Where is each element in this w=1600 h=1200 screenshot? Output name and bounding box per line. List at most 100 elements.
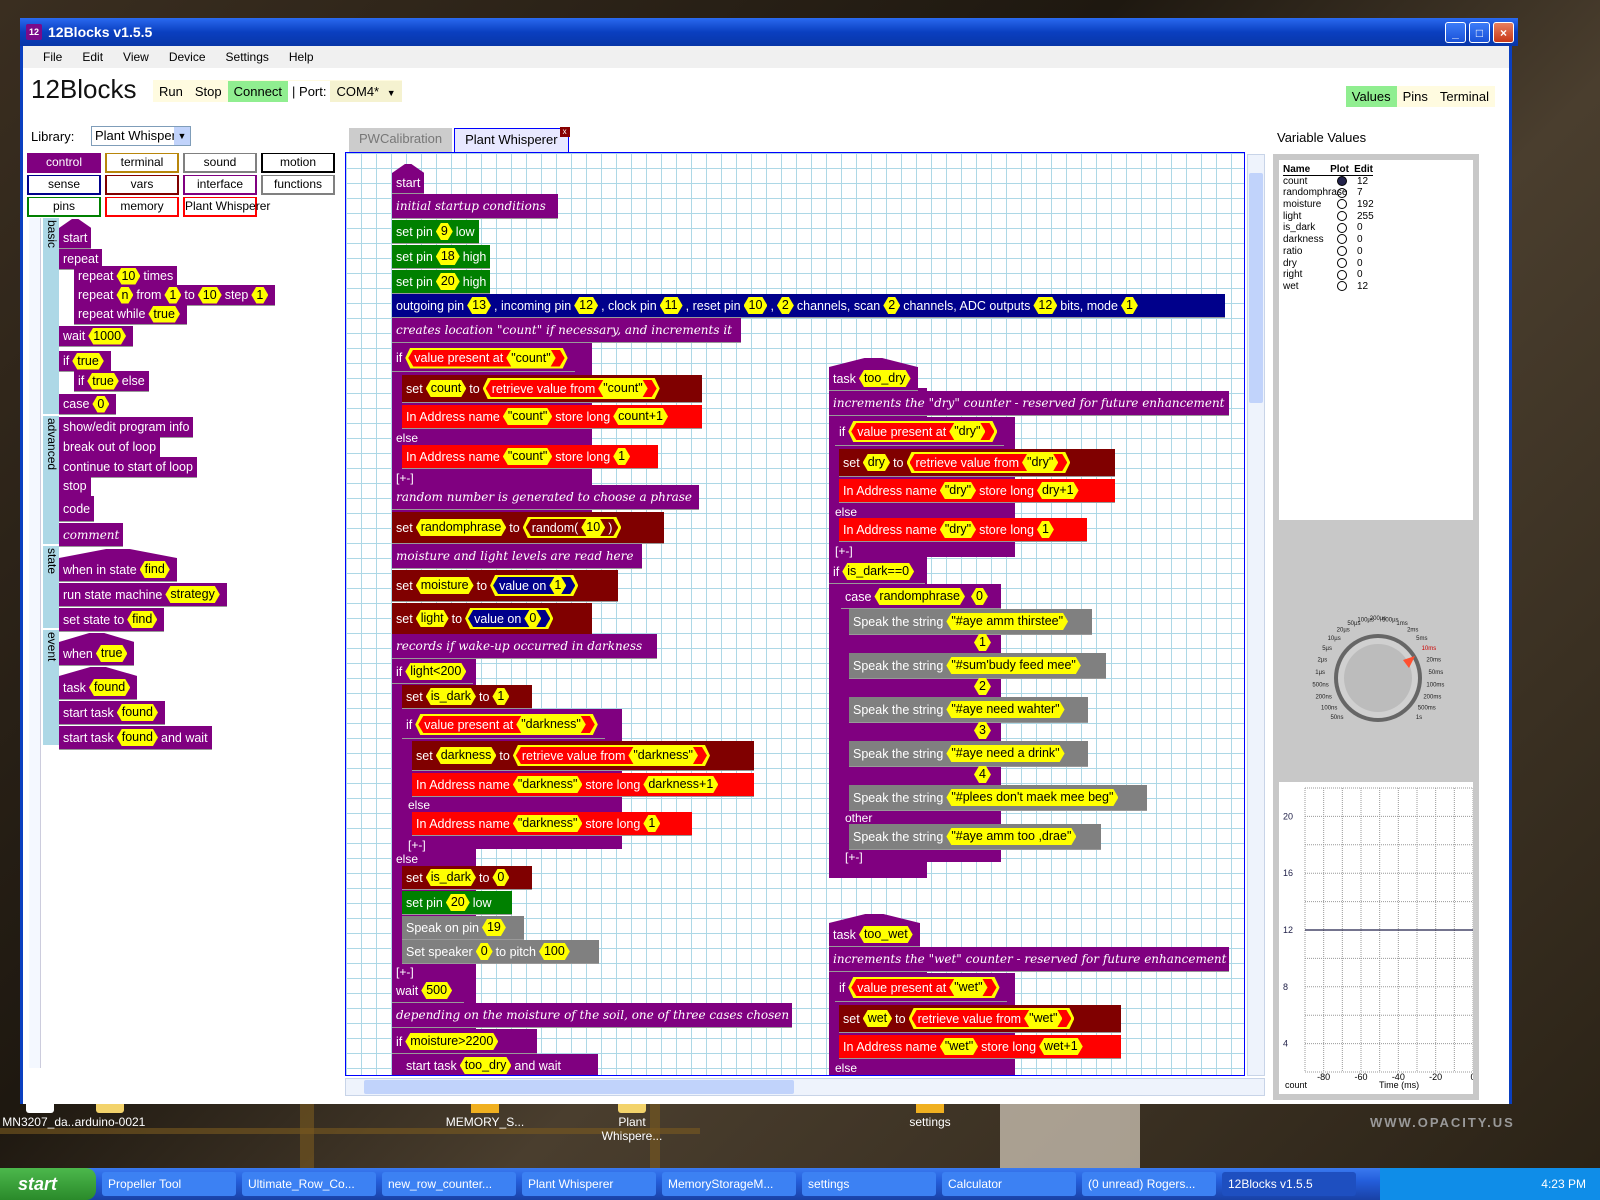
start-button[interactable]: start (0, 1168, 96, 1200)
minimize-button[interactable]: _ (1445, 22, 1466, 43)
palette-wait[interactable]: wait 1000 (59, 326, 134, 347)
if-wet-block[interactable]: if value present at "wet" (835, 974, 1007, 1002)
category-memory[interactable]: memory (105, 197, 179, 217)
category-vars[interactable]: vars (105, 175, 179, 195)
maximize-button[interactable]: □ (1469, 22, 1490, 43)
plot-toggle[interactable] (1337, 211, 1347, 222)
set-pin-18[interactable]: set pin 18 high (392, 245, 491, 269)
tab-pwcalibration[interactable]: PWCalibration (349, 128, 453, 152)
plot-toggle[interactable] (1337, 281, 1347, 292)
palette-task[interactable]: task found (59, 676, 138, 700)
section-basic[interactable]: basic (43, 218, 59, 414)
set-wet-block[interactable]: set wet to retrieve value from "wet" (839, 1005, 1121, 1033)
plot-toggle[interactable] (1337, 246, 1347, 257)
menu-file[interactable]: File (43, 50, 62, 64)
category-interface[interactable]: interface (183, 175, 257, 195)
comment-darkness[interactable]: records if wake-up occurred in darkness (392, 634, 657, 659)
set-dry-block[interactable]: set dry to retrieve value from "dry" (839, 449, 1115, 477)
section-event[interactable]: event (43, 630, 59, 745)
menu-device[interactable]: Device (169, 50, 206, 64)
taskbar-item-ultimate[interactable]: Ultimate_Row_Co... (242, 1172, 376, 1196)
variable-value[interactable]: 7 (1353, 187, 1363, 199)
if-light-block[interactable]: if light<200 (392, 660, 474, 684)
palette-run-state[interactable]: run state machine strategy (59, 583, 227, 607)
palette-set-state[interactable]: set state to find (59, 608, 165, 632)
speak-phrase-3[interactable]: Speak the string "#aye need wahter" (849, 697, 1088, 723)
taskbar-item-plant[interactable]: Plant Whisperer (522, 1172, 656, 1196)
set-light-block[interactable]: set light to value on 0 (392, 603, 592, 635)
category-pins[interactable]: pins (27, 197, 101, 217)
close-tab-icon[interactable]: x (559, 127, 570, 137)
category-plant-whisperer[interactable]: Plant Whisperer (183, 197, 270, 217)
menu-settings[interactable]: Settings (226, 50, 269, 64)
connect-button[interactable]: Connect (227, 80, 289, 102)
palette-scrollbar[interactable] (29, 218, 41, 1068)
palette-continue[interactable]: continue to start of loop (59, 457, 197, 478)
menu-edit[interactable]: Edit (82, 50, 103, 64)
speak-on-pin[interactable]: Speak on pin 19 (402, 916, 524, 940)
comment-count[interactable]: creates location "count" if necessary, a… (392, 318, 741, 343)
plot-toggle[interactable] (1337, 222, 1347, 233)
category-sound[interactable]: sound (183, 153, 257, 173)
palette-show-info[interactable]: show/edit program info (59, 417, 194, 438)
store-darkness-block[interactable]: In Address name "darkness" store long darkn… (412, 773, 754, 797)
comment-startup[interactable]: initial startup conditions (392, 194, 558, 219)
comment-moisture[interactable]: moisture and light levels are read here (392, 544, 642, 569)
set-count-block[interactable]: set count to retrieve value from "count" (402, 375, 702, 403)
category-functions[interactable]: functions (261, 175, 335, 195)
section-state[interactable]: state (43, 546, 59, 628)
palette-break[interactable]: break out of loop (59, 437, 161, 458)
category-terminal[interactable]: terminal (105, 153, 179, 173)
expand-toggle[interactable]: [+-] (408, 838, 426, 852)
tab-plant-whisperer[interactable]: Plant Whisperer x (454, 127, 570, 152)
set-pin-20[interactable]: set pin 20 high (392, 270, 491, 294)
palette-start-task-wait[interactable]: start task found and wait (59, 726, 212, 750)
category-sense[interactable]: sense (27, 175, 101, 195)
workspace-horizontal-scrollbar[interactable] (345, 1078, 1265, 1096)
expand-toggle[interactable]: [+-] (396, 471, 414, 485)
store-dry-block[interactable]: In Address name "dry" store long dry+1 (839, 479, 1115, 503)
if-count-block[interactable]: if value present at "count" (392, 345, 575, 372)
comment-random[interactable]: random number is generated to choose a p… (392, 485, 699, 510)
variable-value[interactable]: 12 (1353, 281, 1368, 293)
if-dry-block[interactable]: if value present at "dry" (835, 418, 1005, 446)
tab-terminal[interactable]: Terminal (1434, 86, 1495, 107)
speak-phrase-6[interactable]: Speak the string "#aye amm too ,drae" (849, 824, 1101, 850)
variable-value[interactable]: 0 (1353, 246, 1363, 258)
comment-moisture-cases[interactable]: depending on the moisture of the soil, o… (392, 1003, 792, 1028)
plot-toggle[interactable] (1337, 187, 1347, 198)
section-advanced[interactable]: advanced (43, 416, 59, 544)
menu-help[interactable]: Help (289, 50, 314, 64)
variable-value[interactable]: 255 (1353, 211, 1374, 223)
taskbar-item-memory[interactable]: MemoryStorageM... (662, 1172, 796, 1196)
set-moisture-block[interactable]: set moisture to value on 1 (392, 570, 618, 602)
title-bar[interactable]: 12 12Blocks v1.5.5 _ □ × (20, 18, 1518, 46)
task-too-dry[interactable]: task too_dry (829, 367, 918, 391)
set-pin-9[interactable]: set pin 9 low (392, 220, 479, 244)
store-count-block[interactable]: In Address name "count" store long count+1 (402, 405, 702, 429)
palette-repeat-times[interactable]: repeat 10 times (74, 266, 178, 287)
expand-toggle[interactable]: [+-] (396, 965, 414, 979)
set-pin-20-low[interactable]: set pin 20 low (402, 891, 512, 915)
if-is-dark-block[interactable]: if is_dark==0 (829, 560, 925, 584)
start-block[interactable]: start (392, 173, 425, 194)
set-is-dark-0[interactable]: set is_dark to 0 (402, 866, 532, 890)
menu-view[interactable]: View (123, 50, 149, 64)
if-moisture-block[interactable]: if moisture>2200 (392, 1030, 537, 1054)
palette-when[interactable]: when true (59, 642, 135, 666)
expand-toggle[interactable]: [+-] (835, 544, 853, 558)
category-control[interactable]: control (27, 153, 101, 173)
variable-value[interactable]: 0 (1353, 234, 1363, 246)
speak-phrase-4[interactable]: Speak the string "#aye need a drink" (849, 741, 1088, 767)
palette-when-state[interactable]: when in state find (59, 558, 177, 582)
palette-repeat-from[interactable]: repeat n from 1 to 10 step 1 (74, 285, 276, 306)
set-randomphrase-block[interactable]: set randomphrase to random(10) (392, 512, 664, 544)
plot-toggle[interactable] (1337, 199, 1347, 210)
store-darkness-one[interactable]: In Address name "darkness" store long 1 (412, 812, 692, 836)
speak-phrase-2[interactable]: Speak the string "#sum'budy feed mee" (849, 653, 1106, 679)
comment-wet[interactable]: increments the "wet" counter - reserved … (829, 947, 1229, 972)
taskbar-item-settings[interactable]: settings (802, 1172, 936, 1196)
block-canvas[interactable]: start initial startup conditions set pin… (345, 152, 1245, 1076)
palette-stop[interactable]: stop (59, 476, 91, 497)
wait-500[interactable]: wait 500 (392, 979, 464, 1003)
